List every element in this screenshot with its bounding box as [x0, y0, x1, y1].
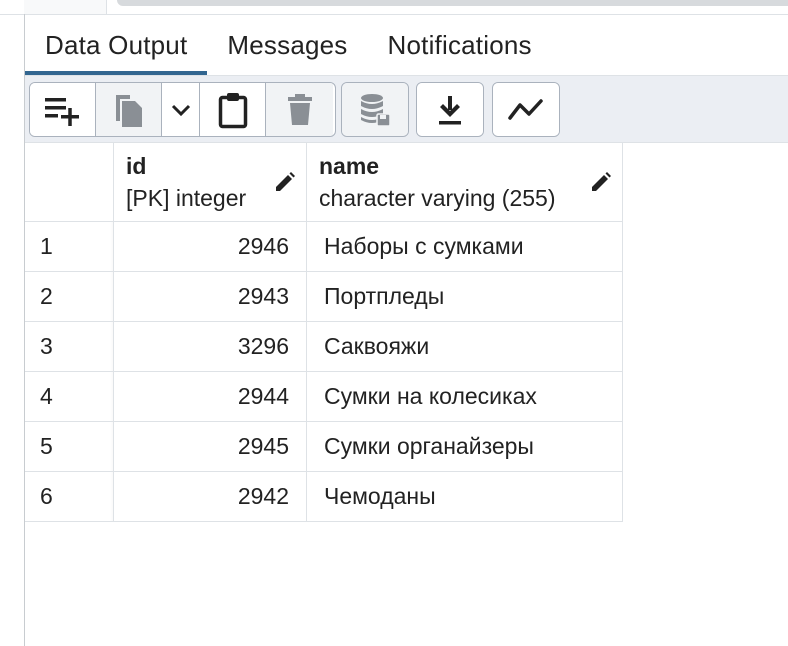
cell-id[interactable]: 2945 [114, 422, 307, 472]
row-number[interactable]: 2 [25, 272, 114, 322]
cell-id[interactable]: 2944 [114, 372, 307, 422]
cell-id[interactable]: 2942 [114, 472, 307, 522]
top-strip [0, 0, 788, 15]
cell-name[interactable]: Саквояжи [307, 322, 623, 372]
copy-icon [115, 94, 142, 127]
row-number[interactable]: 3 [25, 322, 114, 372]
column-name: name [319, 153, 380, 179]
column-name: id [126, 153, 147, 179]
edit-pencil-icon[interactable] [274, 171, 296, 193]
row-number[interactable]: 6 [25, 472, 114, 522]
tab-messages[interactable]: Messages [207, 15, 367, 76]
result-tabs: Data Output Messages Notifications [25, 15, 788, 76]
graph-visualiser-button[interactable] [493, 83, 559, 136]
add-row-button[interactable] [30, 83, 96, 136]
edit-button-group [29, 82, 336, 137]
row-number[interactable]: 4 [25, 372, 114, 422]
delete-button[interactable] [266, 83, 333, 136]
graph-visualiser-icon [508, 98, 543, 120]
save-data-icon [361, 93, 391, 127]
column-type: [PK] integer [126, 185, 247, 211]
data-toolbar [25, 76, 788, 143]
column-header-name[interactable]: name character varying (255) [307, 143, 623, 222]
paste-icon [218, 92, 247, 128]
cell-name[interactable]: Сумки на колесиках [307, 372, 623, 422]
paste-button[interactable] [200, 83, 266, 136]
horizontal-scrollbar[interactable] [117, 0, 788, 6]
edit-pencil-icon[interactable] [590, 171, 612, 193]
cell-id[interactable]: 3296 [114, 322, 307, 372]
download-button-group [416, 82, 484, 137]
cell-name[interactable]: Наборы с сумками [307, 222, 623, 272]
tab-notifications[interactable]: Notifications [368, 15, 552, 76]
cell-name[interactable]: Сумки органайзеры [307, 422, 623, 472]
column-header-id[interactable]: id [PK] integer [114, 143, 307, 222]
cell-name[interactable]: Портпледы [307, 272, 623, 322]
download-icon [439, 95, 461, 124]
row-number[interactable]: 5 [25, 422, 114, 472]
copy-options-dropdown[interactable] [162, 83, 200, 136]
tab-data-output[interactable]: Data Output [25, 15, 208, 76]
add-row-icon [44, 97, 79, 126]
graph-button-group [492, 82, 560, 137]
row-number[interactable]: 1 [25, 222, 114, 272]
chevron-down-icon [171, 104, 190, 116]
cell-id[interactable]: 2943 [114, 272, 307, 322]
cell-name[interactable]: Чемоданы [307, 472, 623, 522]
delete-icon [287, 93, 312, 125]
download-button[interactable] [417, 83, 483, 136]
save-data-button[interactable] [342, 83, 408, 136]
cell-id[interactable]: 2946 [114, 222, 307, 272]
column-type: character varying (255) [319, 185, 556, 211]
top-left-segment [24, 0, 107, 14]
row-number-header [25, 143, 114, 222]
copy-button[interactable] [96, 83, 162, 136]
save-button-group [341, 82, 409, 137]
